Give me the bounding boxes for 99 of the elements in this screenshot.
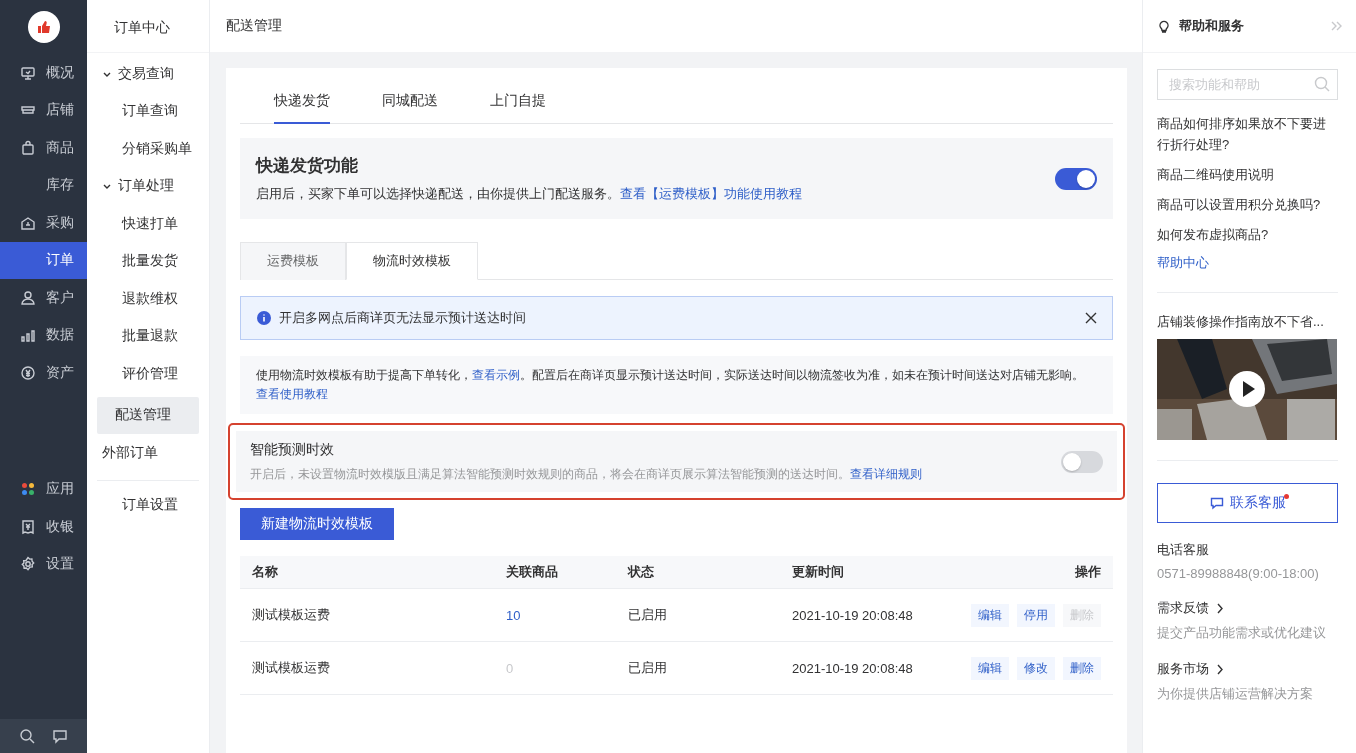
table-cell: 2021-10-19 20:08:48 [780,641,939,695]
section-title: 智能预测时效 [250,441,335,459]
rules-link[interactable]: 查看详细规则 [850,468,922,480]
submenu-item[interactable]: 订单查询 [97,92,199,130]
tutorial-link[interactable]: 查看【运费模板】功能使用教程 [620,186,802,201]
gear-icon [20,556,36,573]
action-button[interactable]: 编辑 [971,656,1009,680]
nav-item[interactable]: 设置 [0,545,87,583]
monitor-icon [20,64,36,81]
nav-item[interactable]: 资产 [0,354,87,392]
feature-description: 开启后，未设置物流时效模版且满足算法智能预测时效规则的商品，将会在商详页展示算法智能预测的送达时间。查看详细规则 [250,467,923,482]
notice-text: 开启多网点后商详页无法显示预计送达时间 [279,309,527,327]
submenu-item[interactable]: 交易查询 [97,55,199,93]
help-question-link[interactable]: 商品如何排序如果放不下要进行折行处理? [1157,113,1338,155]
submenu-item[interactable]: 分销采购单 [97,130,199,168]
submenu-item[interactable]: 订单处理 [97,167,199,205]
nav-item[interactable]: 订单 [0,241,87,279]
toggle-switch[interactable] [1055,167,1097,190]
nav-item[interactable]: 客户 [0,279,87,317]
tab[interactable]: 同城配送 [382,80,438,124]
table-cell: 已启用 [616,588,780,642]
column-header: 操作 [939,556,1113,589]
column-header: 关联商品 [494,556,616,589]
submenu-item[interactable]: 批量发货 [97,242,199,280]
column-header: 名称 [240,556,494,589]
video-title[interactable]: 店铺装修操作指南放不下省... [1157,313,1338,331]
link-description: 提交产品功能需求或优化建议 [1157,624,1327,642]
page-title: 配送管理 [226,17,282,35]
table-cell: 测试模板运费 [240,588,494,642]
service-link[interactable]: 需求反馈 [1157,599,1338,617]
search-icon [1314,76,1330,92]
nav-item[interactable]: 收银 [0,508,87,546]
help-link[interactable]: 查看示例 [472,369,520,381]
feature-description: 启用后，买家下单可以选择快递配送，由你提供上门配送服务。查看【运费模板】功能使用教程 [256,185,803,203]
tab[interactable]: 物流时效模板 [346,242,478,280]
coin-icon [20,364,36,381]
house-icon [20,214,36,231]
table-cell: 测试模板运费 [240,641,494,695]
person-icon [20,289,36,306]
table-cell[interactable]: 10 [494,588,616,642]
message-button[interactable] [52,728,69,744]
apps-icon [20,481,36,498]
phone-label: 电话客服 [1157,541,1210,559]
bag-icon [20,139,36,156]
nav-item[interactable]: 商品 [0,129,87,167]
nav-item[interactable]: 店铺 [0,91,87,129]
action-button[interactable]: 停用 [1017,603,1055,627]
submenu-item[interactable]: 退款维权 [97,280,199,318]
info-text: 使用物流时效模板有助于提高下单转化，查看示例。配置后在商详页显示预计送达时间，实际送达时间以物流签收为准，如未在预计时间送达对店铺无影响。 查看使用教程 [240,356,1113,414]
bar-chart-icon [20,327,36,344]
tab[interactable]: 上门自提 [490,80,546,124]
search-icon [18,728,35,744]
nav-item[interactable]: 数据 [0,316,87,354]
nav-item[interactable]: 概况 [0,54,87,92]
submenu-item[interactable]: 批量退款 [97,317,199,355]
link-description: 为你提供店铺运营解决方案 [1157,685,1314,703]
help-link[interactable]: 查看使用教程 [256,388,328,400]
chat-icon [1209,496,1224,510]
chevron-right-icon [1215,663,1225,675]
search-button[interactable] [18,728,35,744]
service-link[interactable]: 服务市场 [1157,660,1338,678]
submenu-item[interactable]: 快速打单 [97,205,199,243]
column-header: 状态 [616,556,780,589]
play-icon [1229,371,1265,407]
submenu-item[interactable]: 评价管理 [97,355,199,393]
action-button[interactable]: 修改 [1017,656,1055,680]
action-button[interactable]: 删除 [1063,656,1101,680]
close-button[interactable] [1084,311,1098,325]
tab[interactable]: 快递发货 [274,80,330,124]
receipt-icon [20,518,36,535]
submenu-item[interactable]: 配送管理 [97,396,199,434]
chat-icon [52,728,69,744]
section-title: 快递发货功能 [256,155,359,177]
double-chevron-icon [1330,20,1342,32]
logo[interactable] [27,11,60,43]
contact-button[interactable]: 联系客服 [1157,483,1338,523]
nav-title: 订单中心 [87,0,209,53]
submenu-item[interactable]: 外部订单 [97,434,199,472]
tab[interactable]: 运费模板 [240,242,346,280]
toggle-switch[interactable] [1061,450,1103,473]
lightbulb-icon [1157,19,1171,33]
nav-item[interactable]: 采购 [0,204,87,242]
table-cell: 2021-10-19 20:08:48 [780,588,939,642]
help-center-link[interactable]: 帮助中心 [1157,254,1338,272]
info-icon [257,311,271,325]
create-button[interactable]: 新建物流时效模板 [240,508,394,540]
nav-item[interactable]: 库存 [0,166,87,204]
close-icon [1084,311,1098,325]
help-question-link[interactable]: 商品二维码使用说明 [1157,164,1338,185]
table-cell: 已启用 [616,641,780,695]
help-question-link[interactable]: 商品可以设置用积分兑换吗? [1157,194,1338,215]
submenu-item[interactable]: 订单设置 [97,486,199,524]
phone-number: 0571-89988848(9:00-18:00) [1157,566,1320,581]
nav-item[interactable]: 应用 [0,470,87,508]
panel-title: 帮助和服务 [1179,17,1245,35]
chevron-right-icon [1215,602,1225,614]
action-button[interactable]: 编辑 [971,603,1009,627]
help-question-link[interactable]: 如何发布虚拟商品? [1157,224,1338,245]
column-header: 更新时间 [780,556,939,589]
